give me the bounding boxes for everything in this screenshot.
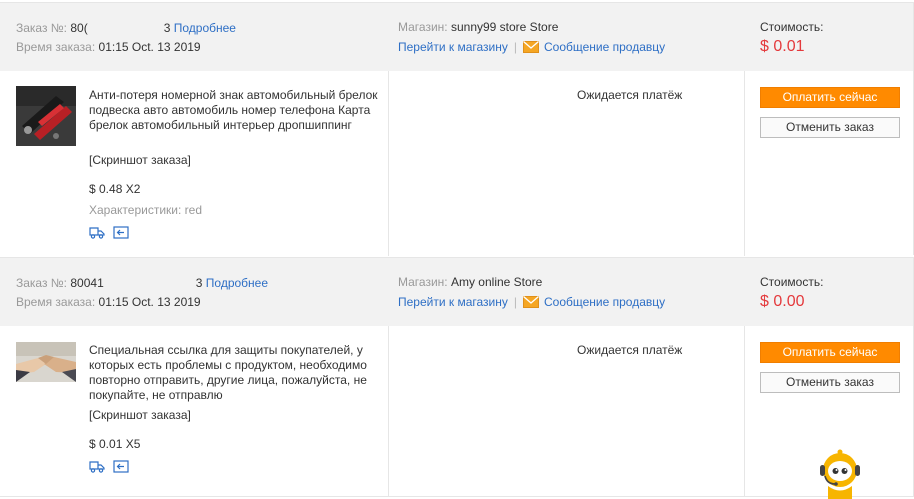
divider: | xyxy=(513,40,517,54)
order-number-mask xyxy=(87,20,164,34)
product-thumbnail[interactable] xyxy=(16,86,76,146)
cost-label: Стоимость: xyxy=(760,20,824,34)
product-thumbnail[interactable] xyxy=(16,342,76,382)
order-time: 01:15 Oct. 13 2019 xyxy=(98,40,201,54)
delivery-truck-icon[interactable] xyxy=(89,226,105,239)
envelope-icon xyxy=(523,296,539,311)
cost-value: $ 0.00 xyxy=(760,293,805,310)
shop-name: sunny99 store Store xyxy=(450,20,559,34)
column-divider xyxy=(744,71,745,256)
go-to-shop-link[interactable]: Перейти к магазину xyxy=(398,295,508,309)
order-time-label: Время заказа: xyxy=(16,40,96,54)
return-icon[interactable] xyxy=(113,460,129,473)
order-time-label: Время заказа: xyxy=(16,295,96,309)
order-time: 01:15 Oct. 13 2019 xyxy=(98,295,201,309)
order-snapshot-link[interactable]: [Скриншот заказа] xyxy=(89,408,191,422)
cost-value: $ 0.01 xyxy=(760,38,805,55)
order-number-tail: 3 xyxy=(163,21,171,35)
message-seller-link[interactable]: Сообщение продавцу xyxy=(544,295,665,309)
order-time-line: Время заказа: 01:15 Oct. 13 2019 xyxy=(16,295,201,309)
shop-name: Amy online Store xyxy=(450,275,543,289)
cost-label: Стоимость: xyxy=(760,275,824,289)
delivery-truck-icon[interactable] xyxy=(89,460,105,473)
shop-line: Магазин: Amy online Store xyxy=(398,275,542,289)
order-status: Ожидается платёж xyxy=(577,88,683,102)
order-number-line: Заказ №: 80( 3 Подробнее xyxy=(16,20,236,35)
envelope-icon xyxy=(523,41,539,56)
column-divider xyxy=(388,326,389,496)
pay-now-button[interactable]: Оплатить сейчас xyxy=(760,87,900,108)
order-body: Анти-потеря номерной знак автомобильный … xyxy=(0,71,913,256)
order-body: Специальная ссылка для защиты покупателе… xyxy=(0,326,913,496)
order-status: Ожидается платёж xyxy=(577,343,683,357)
order-number-label: Заказ №: xyxy=(16,21,68,35)
order-service-icons xyxy=(89,226,129,239)
order-service-icons xyxy=(89,460,129,473)
shop-line: Магазин: sunny99 store Store xyxy=(398,20,558,34)
column-divider xyxy=(388,71,389,256)
order-card: Заказ №: 80( 3 Подробнее Время заказа: 01… xyxy=(0,2,914,256)
go-to-shop-link[interactable]: Перейти к магазину xyxy=(398,40,508,54)
order-header: Заказ №: 80( 3 Подробнее Время заказа: 01… xyxy=(0,3,913,71)
support-robot-icon[interactable] xyxy=(817,448,863,499)
order-number-mask xyxy=(103,275,196,289)
order-card: Заказ №: 80041 3 Подробнее Время заказа: … xyxy=(0,257,914,497)
product-title-link[interactable]: Специальная ссылка для защиты покупателе… xyxy=(89,343,379,403)
price-quantity: $ 0.48 X2 xyxy=(89,182,141,196)
order-number: 80( xyxy=(70,21,88,35)
characteristics: Характеристики: red xyxy=(89,203,202,217)
order-details-link[interactable]: Подробнее xyxy=(206,276,268,290)
pay-now-button[interactable]: Оплатить сейчас xyxy=(760,342,900,363)
order-number: 80041 xyxy=(70,276,104,290)
column-divider xyxy=(744,326,745,496)
shop-actions: Перейти к магазину | Сообщение продавцу xyxy=(398,40,665,56)
cancel-order-button[interactable]: Отменить заказ xyxy=(760,117,900,138)
divider: | xyxy=(513,295,517,309)
message-seller-link[interactable]: Сообщение продавцу xyxy=(544,40,665,54)
shop-label: Магазин: xyxy=(398,20,448,34)
order-number-tail: 3 xyxy=(195,276,203,290)
cancel-order-button[interactable]: Отменить заказ xyxy=(760,372,900,393)
order-number-label: Заказ №: xyxy=(16,276,68,290)
shop-actions: Перейти к магазину | Сообщение продавцу xyxy=(398,295,665,311)
order-details-link[interactable]: Подробнее xyxy=(174,21,236,35)
price-quantity: $ 0.01 X5 xyxy=(89,437,141,451)
order-header: Заказ №: 80041 3 Подробнее Время заказа: … xyxy=(0,258,913,326)
order-number-line: Заказ №: 80041 3 Подробнее xyxy=(16,275,268,290)
product-title-link[interactable]: Анти-потеря номерной знак автомобильный … xyxy=(89,88,379,133)
order-snapshot-link[interactable]: [Скриншот заказа] xyxy=(89,153,191,167)
shop-label: Магазин: xyxy=(398,275,448,289)
order-time-line: Время заказа: 01:15 Oct. 13 2019 xyxy=(16,40,201,54)
return-icon[interactable] xyxy=(113,226,129,239)
